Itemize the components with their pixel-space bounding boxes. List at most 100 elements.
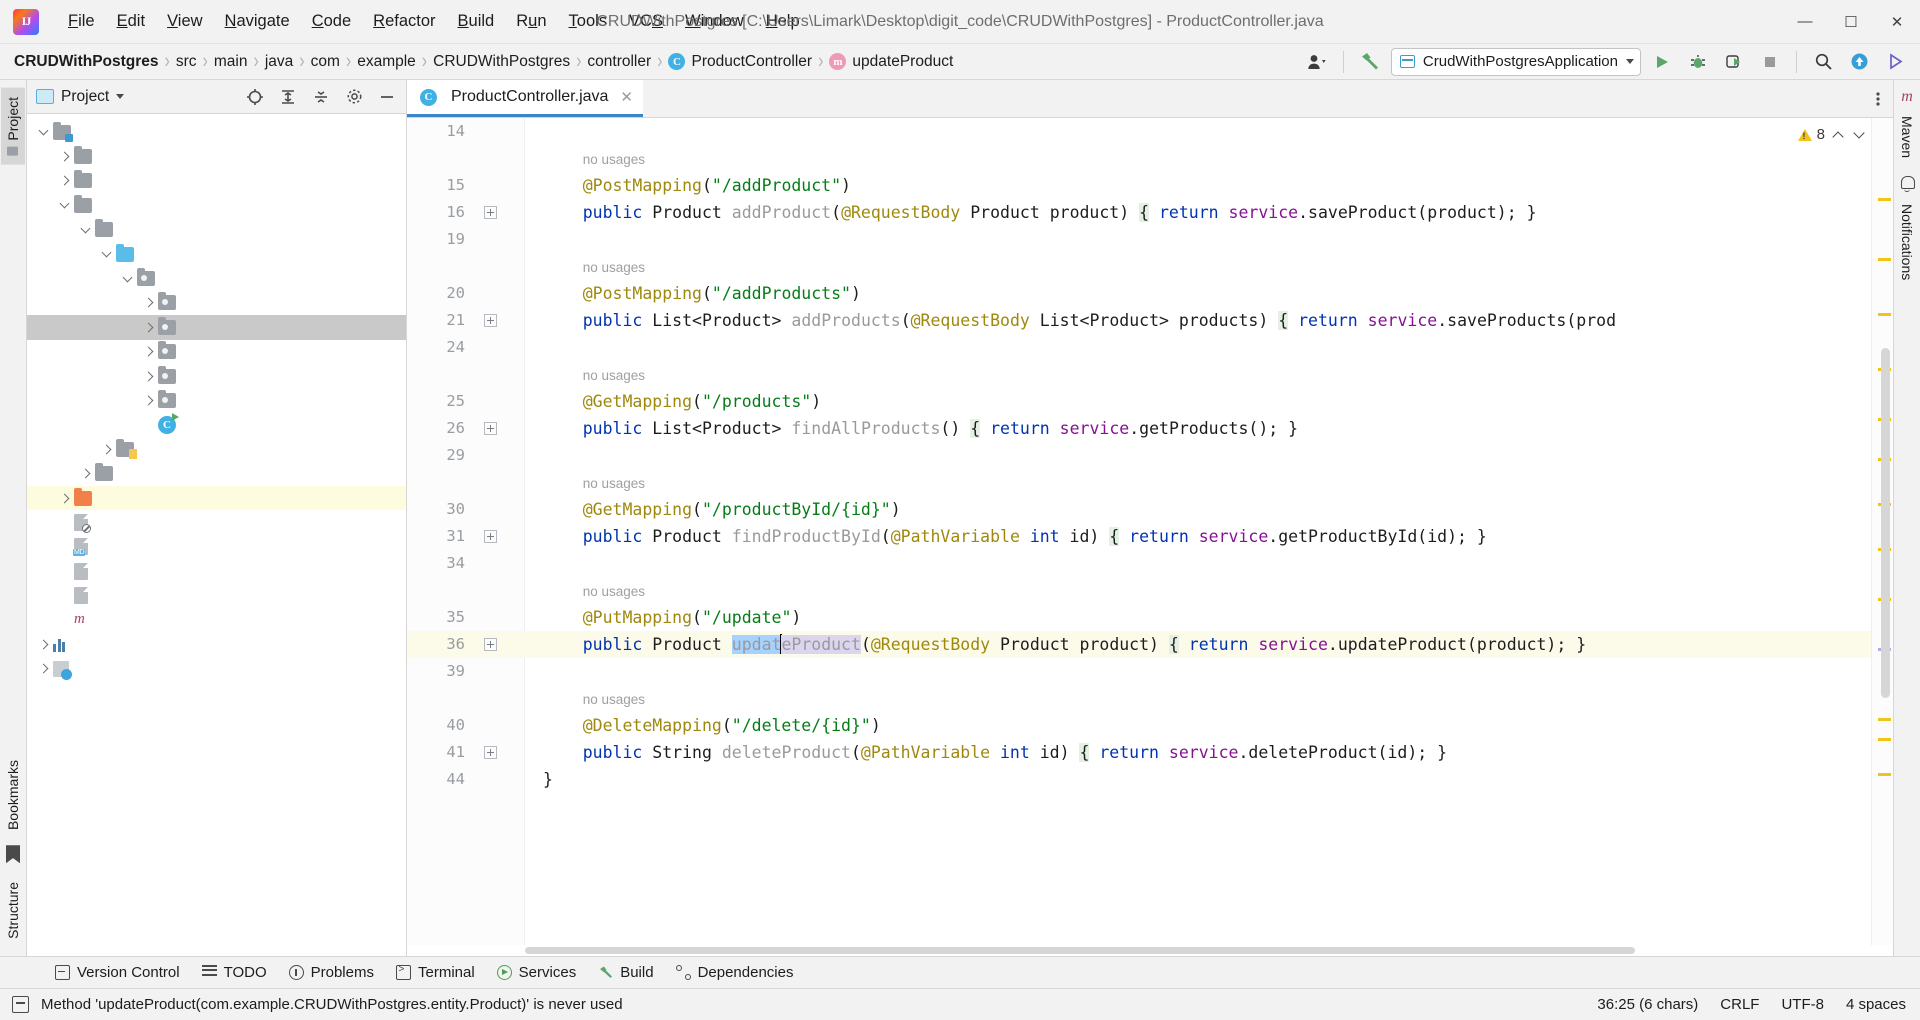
tree-node-external-libraries[interactable] [27, 632, 406, 656]
tree-expand-arrow[interactable] [37, 637, 51, 651]
breadcrumb-item-project[interactable]: CRUDWithPostgres [14, 53, 159, 71]
build-hammer-icon[interactable] [1355, 48, 1385, 76]
file-encoding[interactable]: UTF-8 [1781, 996, 1824, 1013]
menu-navigate[interactable]: Navigate [214, 8, 301, 35]
error-stripe-mark[interactable] [1878, 198, 1891, 201]
breadcrumb-item-main[interactable]: main [214, 53, 248, 71]
status-bar-menu-icon[interactable] [12, 996, 29, 1013]
search-icon[interactable] [1808, 48, 1838, 76]
tree-node-crudwithpostgres[interactable] [27, 120, 406, 144]
run-configuration-selector[interactable]: CrudWithPostgresApplication [1391, 48, 1641, 76]
tree-node-target[interactable] [27, 486, 406, 510]
maximize-button[interactable]: ☐ [1828, 0, 1874, 44]
code-fold-toggle[interactable] [484, 746, 497, 759]
code-fold-toggle[interactable] [484, 638, 497, 651]
menu-help[interactable]: Help [755, 8, 811, 35]
ai-assistant-icon[interactable] [1880, 48, 1910, 76]
menu-vcs[interactable]: VCS [618, 8, 674, 35]
bookmark-icon[interactable] [6, 845, 20, 863]
tool-window-dependencies[interactable]: Dependencies [665, 961, 805, 984]
tree-node-main[interactable] [27, 218, 406, 242]
editor-tab-productcontroller[interactable]: C ProductController.java ✕ [407, 80, 643, 117]
user-account-icon[interactable] [1302, 48, 1332, 76]
tree-node-scratches-and-consoles[interactable] [27, 657, 406, 681]
breadcrumb-item-example[interactable]: example [357, 53, 416, 71]
settings-gear-icon[interactable] [341, 84, 367, 110]
expand-all-icon[interactable] [275, 84, 301, 110]
close-button[interactable]: ✕ [1874, 0, 1920, 44]
vertical-scroll-thumb[interactable] [1881, 348, 1890, 698]
tool-window-build[interactable]: Build [587, 961, 664, 984]
tree-expand-arrow[interactable] [100, 442, 114, 456]
breadcrumb-item-controller[interactable]: controller [587, 53, 651, 71]
code-fold-toggle[interactable] [484, 314, 497, 327]
tree-expand-arrow[interactable] [58, 491, 72, 505]
stop-button[interactable] [1755, 48, 1785, 76]
hide-panel-icon[interactable] [374, 84, 400, 110]
breadcrumb-item-java[interactable]: java [265, 53, 293, 71]
tree-node--gitignore[interactable] [27, 510, 406, 534]
tree-node--idea[interactable] [27, 144, 406, 168]
horizontal-scrollbar[interactable] [407, 945, 1893, 956]
sidebar-tab-maven[interactable]: Maven [1895, 107, 1919, 167]
debug-button[interactable] [1683, 48, 1713, 76]
project-tree[interactable]: CMDm [27, 114, 406, 956]
tree-expand-arrow[interactable] [58, 198, 72, 212]
menu-build[interactable]: Build [447, 8, 506, 35]
tree-node-src[interactable] [27, 193, 406, 217]
editor-options-icon[interactable] [1863, 80, 1893, 117]
tree-node-entity[interactable] [27, 340, 406, 364]
tree-node-repository[interactable] [27, 364, 406, 388]
menu-tools[interactable]: Tools [558, 8, 619, 35]
tree-node-test[interactable] [27, 461, 406, 485]
breadcrumb-item-com[interactable]: com [311, 53, 340, 71]
menu-view[interactable]: View [156, 8, 213, 35]
tool-window-todo[interactable]: TODO [191, 961, 278, 984]
code-viewport[interactable]: 14151619202124252629303134353639404144 n… [407, 118, 1893, 945]
tree-expand-arrow[interactable] [79, 467, 93, 481]
chevron-down-icon[interactable] [116, 94, 124, 99]
error-stripe-mark[interactable] [1878, 773, 1891, 776]
code-fold-toggle[interactable] [484, 422, 497, 435]
tree-expand-arrow[interactable] [142, 296, 156, 310]
editor-gutter[interactable]: 14151619202124252629303134353639404144 [407, 118, 525, 945]
code-text[interactable]: no usages @PostMapping("/addProduct") pu… [525, 118, 1871, 945]
minimize-button[interactable]: — [1782, 0, 1828, 44]
menu-window[interactable]: Window [674, 8, 755, 35]
next-problem-icon[interactable] [1851, 127, 1867, 143]
tree-node-dao[interactable] [27, 315, 406, 339]
maven-icon[interactable]: m [1899, 88, 1916, 105]
tree-node-service[interactable] [27, 388, 406, 412]
tree-expand-arrow[interactable] [37, 125, 51, 139]
caret-position[interactable]: 36:25 (6 chars) [1597, 996, 1698, 1013]
tree-expand-arrow[interactable] [58, 150, 72, 164]
tree-expand-arrow[interactable] [100, 247, 114, 261]
indent-setting[interactable]: 4 spaces [1846, 996, 1906, 1013]
tree-node-java[interactable] [27, 242, 406, 266]
select-opened-file-icon[interactable] [242, 84, 268, 110]
error-stripe-mark[interactable] [1878, 258, 1891, 261]
sidebar-tab-project[interactable]: Project [1, 88, 25, 165]
run-with-coverage-button[interactable] [1719, 48, 1749, 76]
menu-file[interactable]: File [57, 8, 106, 35]
error-stripe-mark[interactable] [1878, 718, 1891, 721]
sidebar-tab-structure[interactable]: Structure [1, 873, 25, 948]
tree-expand-arrow[interactable] [79, 223, 93, 237]
tree-expand-arrow[interactable] [142, 320, 156, 334]
horizontal-scroll-thumb[interactable] [525, 947, 1635, 954]
menu-run[interactable]: Run [505, 8, 557, 35]
tree-expand-arrow[interactable] [142, 345, 156, 359]
tool-window-version-control[interactable]: Version Control [44, 961, 191, 984]
breadcrumb-item-class[interactable]: C ProductController [668, 53, 812, 71]
error-stripe-markers[interactable] [1871, 118, 1893, 945]
tree-node-mvnw[interactable] [27, 559, 406, 583]
code-fold-toggle[interactable] [484, 206, 497, 219]
close-tab-icon[interactable]: ✕ [620, 88, 633, 106]
tree-node-com-example-crudwithpostgres[interactable] [27, 266, 406, 290]
tree-node-resources[interactable] [27, 437, 406, 461]
tool-window-terminal[interactable]: Terminal [385, 961, 486, 984]
previous-problem-icon[interactable] [1830, 127, 1846, 143]
breadcrumb-item-method[interactable]: m updateProduct [829, 53, 953, 71]
tree-expand-arrow[interactable] [121, 272, 135, 286]
tree-node-help-md[interactable]: MD [27, 535, 406, 559]
